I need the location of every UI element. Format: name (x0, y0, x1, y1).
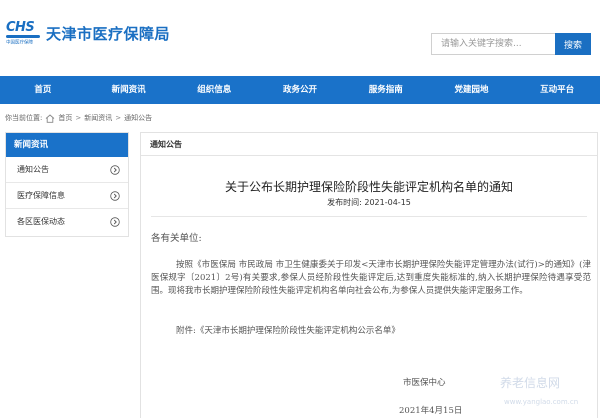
sidebar-item-label: 各区医保动态 (17, 217, 65, 226)
publish-info: 发布时间: 2021-04-15 (141, 197, 597, 208)
publish-label: 发布时间: (327, 198, 362, 207)
sidebar-item-notices[interactable]: 通知公告 (6, 157, 128, 183)
breadcrumb-prefix: 你当前位置: (5, 114, 43, 122)
site-title[interactable]: 天津市医疗保障局 (46, 23, 170, 44)
breadcrumb-separator: > (75, 114, 82, 122)
sidebar-item-label: 医疗保障信息 (17, 191, 65, 200)
letter-date: 2021年4月15日 (399, 406, 463, 416)
sidebar-item-medical-info[interactable]: 医疗保障信息 (6, 183, 128, 209)
search-button[interactable]: 搜索 (555, 33, 591, 55)
logo-subtitle: 中国医疗保障 (6, 39, 34, 46)
letter-body: 按照《市医保局 市民政局 市卫生健康委关于印发<天津市长期护理保险失能评定管理办… (151, 260, 591, 296)
breadcrumb-news[interactable]: 新闻资讯 (84, 113, 112, 123)
sidebar-item-district-updates[interactable]: 各区医保动态 (6, 209, 128, 235)
chevron-right-circle-icon (110, 165, 120, 175)
breadcrumb-home[interactable]: 首页 (58, 113, 72, 123)
site-logo[interactable]: CHS 中国医疗保障 (6, 20, 42, 52)
nav-item-home[interactable]: 首页 (0, 76, 86, 104)
watermark: 养老信息网 (500, 376, 561, 390)
home-icon (46, 113, 55, 123)
search-input[interactable] (431, 33, 555, 55)
letter-salutation: 各有关单位: (151, 233, 202, 244)
nav-item-interaction[interactable]: 互动平台 (514, 76, 600, 104)
nav-item-government-affairs[interactable]: 政务公开 (257, 76, 343, 104)
logo-swoosh (6, 35, 40, 38)
article-section-label: 通知公告 (141, 133, 597, 156)
main-nav: 首页 新闻资讯 组织信息 政务公开 服务指南 党建园地 互动平台 (0, 76, 600, 104)
chevron-right-circle-icon (110, 191, 120, 201)
breadcrumb-separator: > (115, 114, 122, 122)
sidebar-title: 新闻资讯 (6, 133, 128, 157)
article-title: 关于公布长期护理保险阶段性失能评定机构名单的通知 (224, 180, 513, 194)
title-divider (151, 216, 587, 217)
logo-chs-text: CHS (6, 20, 35, 35)
letter-signature: 市医保中心 (403, 378, 446, 388)
nav-item-organization[interactable]: 组织信息 (171, 76, 257, 104)
sidebar: 新闻资讯 通知公告 医疗保障信息 各区医保动态 (5, 132, 129, 237)
attachment-link[interactable]: 附件:《天津市长期护理保险阶段性失能评定机构公示名单》 (176, 324, 400, 336)
nav-item-party-building[interactable]: 党建园地 (429, 76, 515, 104)
site-header: CHS 中国医疗保障 天津市医疗保障局 搜索 (0, 0, 600, 76)
watermark-url: www.yanglao.com.cn (504, 398, 579, 406)
publish-date: 2021-04-15 (364, 198, 411, 207)
sidebar-item-label: 通知公告 (17, 165, 49, 174)
breadcrumb: 你当前位置: 首页 > 新闻资讯 > 通知公告 (5, 112, 152, 124)
chevron-right-circle-icon (110, 217, 120, 227)
nav-item-service-guide[interactable]: 服务指南 (343, 76, 429, 104)
breadcrumb-notices[interactable]: 通知公告 (124, 113, 152, 123)
nav-item-news[interactable]: 新闻资讯 (86, 76, 172, 104)
